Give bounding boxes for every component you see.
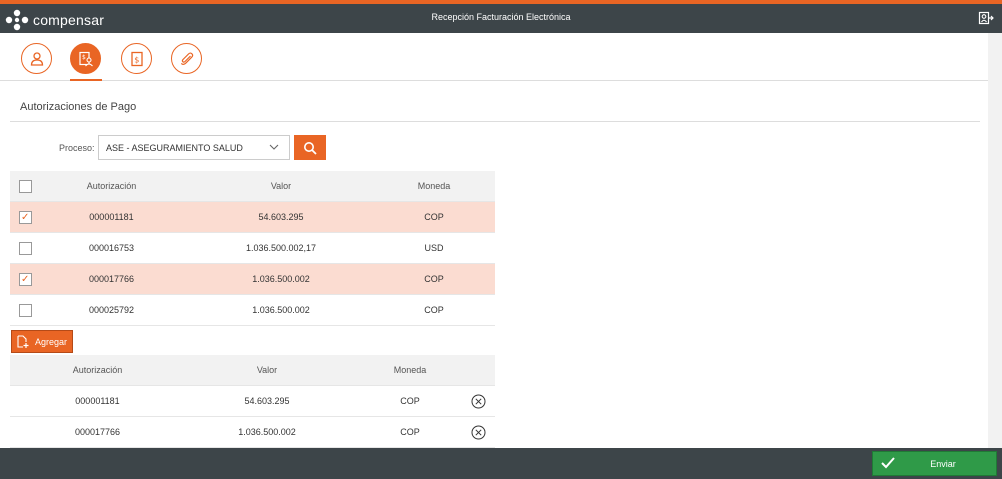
currency-cell: COP [424, 212, 444, 222]
step-invoice[interactable]: $ [121, 43, 152, 74]
authorization-cell: 000017766 [88, 274, 135, 284]
table-header-row: Autorización Valor Moneda [10, 171, 495, 202]
column-header-value: Valor [270, 181, 292, 191]
value-cell: 54.603.295 [258, 212, 304, 222]
add-document-icon [17, 335, 29, 348]
payment-auth-icon: $ [78, 51, 93, 66]
row-checkbox[interactable] [19, 304, 32, 317]
vertical-scrollbar[interactable] [988, 33, 1002, 448]
authorization-cell: 000001181 [89, 212, 134, 222]
table-row[interactable]: ✓ 000001181 54.603.295 COP [10, 202, 495, 233]
currency-cell: COP [400, 396, 420, 406]
logout-icon[interactable] [978, 10, 994, 26]
checkmark-icon: ✓ [21, 274, 30, 285]
process-select[interactable]: ASE - ASEGURAMIENTO SALUD [98, 135, 290, 160]
user-icon [30, 51, 43, 66]
invoice-dollar-icon: $ [130, 51, 143, 66]
select-all-checkbox[interactable] [19, 180, 32, 193]
row-checkbox[interactable]: ✓ [19, 211, 32, 224]
chevron-down-icon [269, 144, 279, 150]
column-header-currency: Moneda [417, 181, 451, 191]
table-row[interactable]: 000016753 1.036.500.002,17 USD [10, 233, 495, 264]
authorization-cell: 000025792 [88, 305, 135, 315]
add-button[interactable]: Agregar [11, 330, 73, 353]
value-cell: 54.603.295 [244, 396, 290, 406]
currency-cell: COP [424, 274, 444, 284]
currency-cell: COP [424, 305, 444, 315]
table-row: 000017766 1.036.500.002 COP [10, 417, 495, 448]
step-attachments[interactable] [171, 43, 202, 74]
row-checkbox[interactable]: ✓ [19, 273, 32, 286]
send-button[interactable]: Enviar [872, 451, 997, 476]
add-button-label: Agregar [35, 336, 68, 347]
main-panel: $ $ Autorizaciones de Pago Proceso: ASE … [0, 33, 988, 448]
process-select-value: ASE - ASEGURAMIENTO SALUD [106, 142, 243, 153]
svg-text:$: $ [82, 54, 86, 61]
svg-text:$: $ [134, 55, 139, 64]
remove-circle-x-icon[interactable] [471, 425, 486, 440]
value-cell: 1.036.500.002 [252, 274, 310, 284]
column-header-authorization: Autorización [72, 365, 123, 375]
table-row[interactable]: 000025792 1.036.500.002 COP [10, 295, 495, 326]
authorization-cell: 000017766 [74, 427, 121, 437]
currency-cell: USD [424, 243, 444, 253]
column-header-authorization: Autorización [86, 181, 137, 191]
authorization-cell: 000001181 [75, 396, 120, 406]
remove-circle-x-icon[interactable] [471, 394, 486, 409]
table-row: 000001181 54.603.295 COP [10, 386, 495, 417]
process-label: Proceso: [59, 143, 95, 153]
top-bar: compensar Recepción Facturación Electrón… [0, 0, 1002, 33]
search-icon [304, 141, 317, 155]
checkmark-icon: ✓ [21, 212, 30, 223]
app-title: Recepción Facturación Electrónica [431, 12, 571, 22]
section-title: Autorizaciones de Pago [20, 101, 137, 113]
step-user[interactable] [21, 43, 52, 74]
active-step-indicator [70, 79, 102, 81]
send-button-label: Enviar [930, 458, 956, 469]
table-row[interactable]: ✓ 000017766 1.036.500.002 COP [10, 264, 495, 295]
footer-bar: Enviar [0, 448, 1002, 479]
currency-cell: COP [400, 427, 420, 437]
section-divider [10, 121, 980, 122]
wizard-steps: $ $ [0, 33, 988, 81]
table-header-row: Autorización Valor Moneda [10, 355, 495, 386]
row-checkbox[interactable] [19, 242, 32, 255]
paperclip-icon [180, 51, 193, 65]
column-header-value: Valor [256, 365, 278, 375]
column-header-currency: Moneda [393, 365, 427, 375]
value-cell: 1.036.500.002 [252, 305, 310, 315]
value-cell: 1.036.500.002,17 [245, 243, 317, 253]
authorization-cell: 000016753 [88, 243, 135, 253]
value-cell: 1.036.500.002 [238, 427, 296, 437]
step-payment-authorizations[interactable]: $ [70, 43, 101, 74]
search-button[interactable] [294, 135, 326, 160]
